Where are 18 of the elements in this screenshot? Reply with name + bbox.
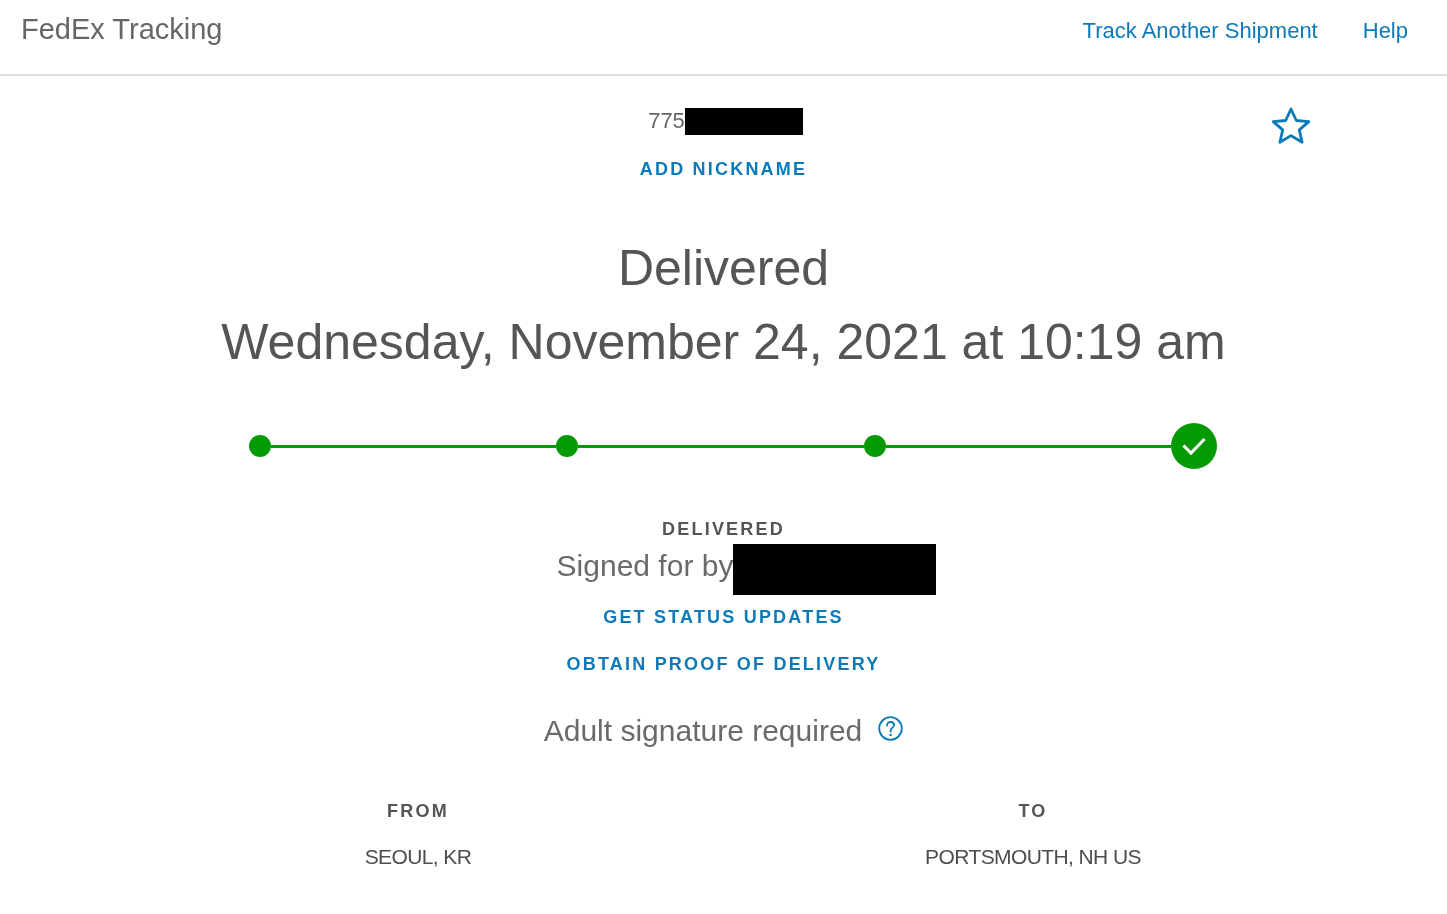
nav-link[interactable]: Track Another Shipment [1082,18,1318,44]
action-link[interactable]: OBTAIN PROOF OF DELIVERY [566,652,881,676]
route-label: TO [1018,800,1048,823]
add-nickname-link[interactable]: ADD NICKNAME [639,157,808,181]
status-heading: Delivered [617,239,830,298]
page-title: FedEx Tracking [21,12,223,46]
star-icon[interactable] [1271,107,1311,146]
signed-for-text: Signed for by [556,548,734,584]
delivery-date: Wednesday, November 24, 2021 at 10:19 am [221,313,1226,372]
tracking-number: 775 [648,107,685,135]
route-place: PORTSMOUTH, NH US [925,844,1141,870]
action-link[interactable]: GET STATUS UPDATES [603,605,844,629]
route-place: SEOUL, KR [364,844,472,870]
nav-link[interactable]: Help [1362,18,1408,44]
help-icon[interactable] [878,715,904,741]
status-label: DELIVERED [662,518,785,541]
signature-note: Adult signature required [543,713,863,749]
route-label: FROM [387,800,449,823]
